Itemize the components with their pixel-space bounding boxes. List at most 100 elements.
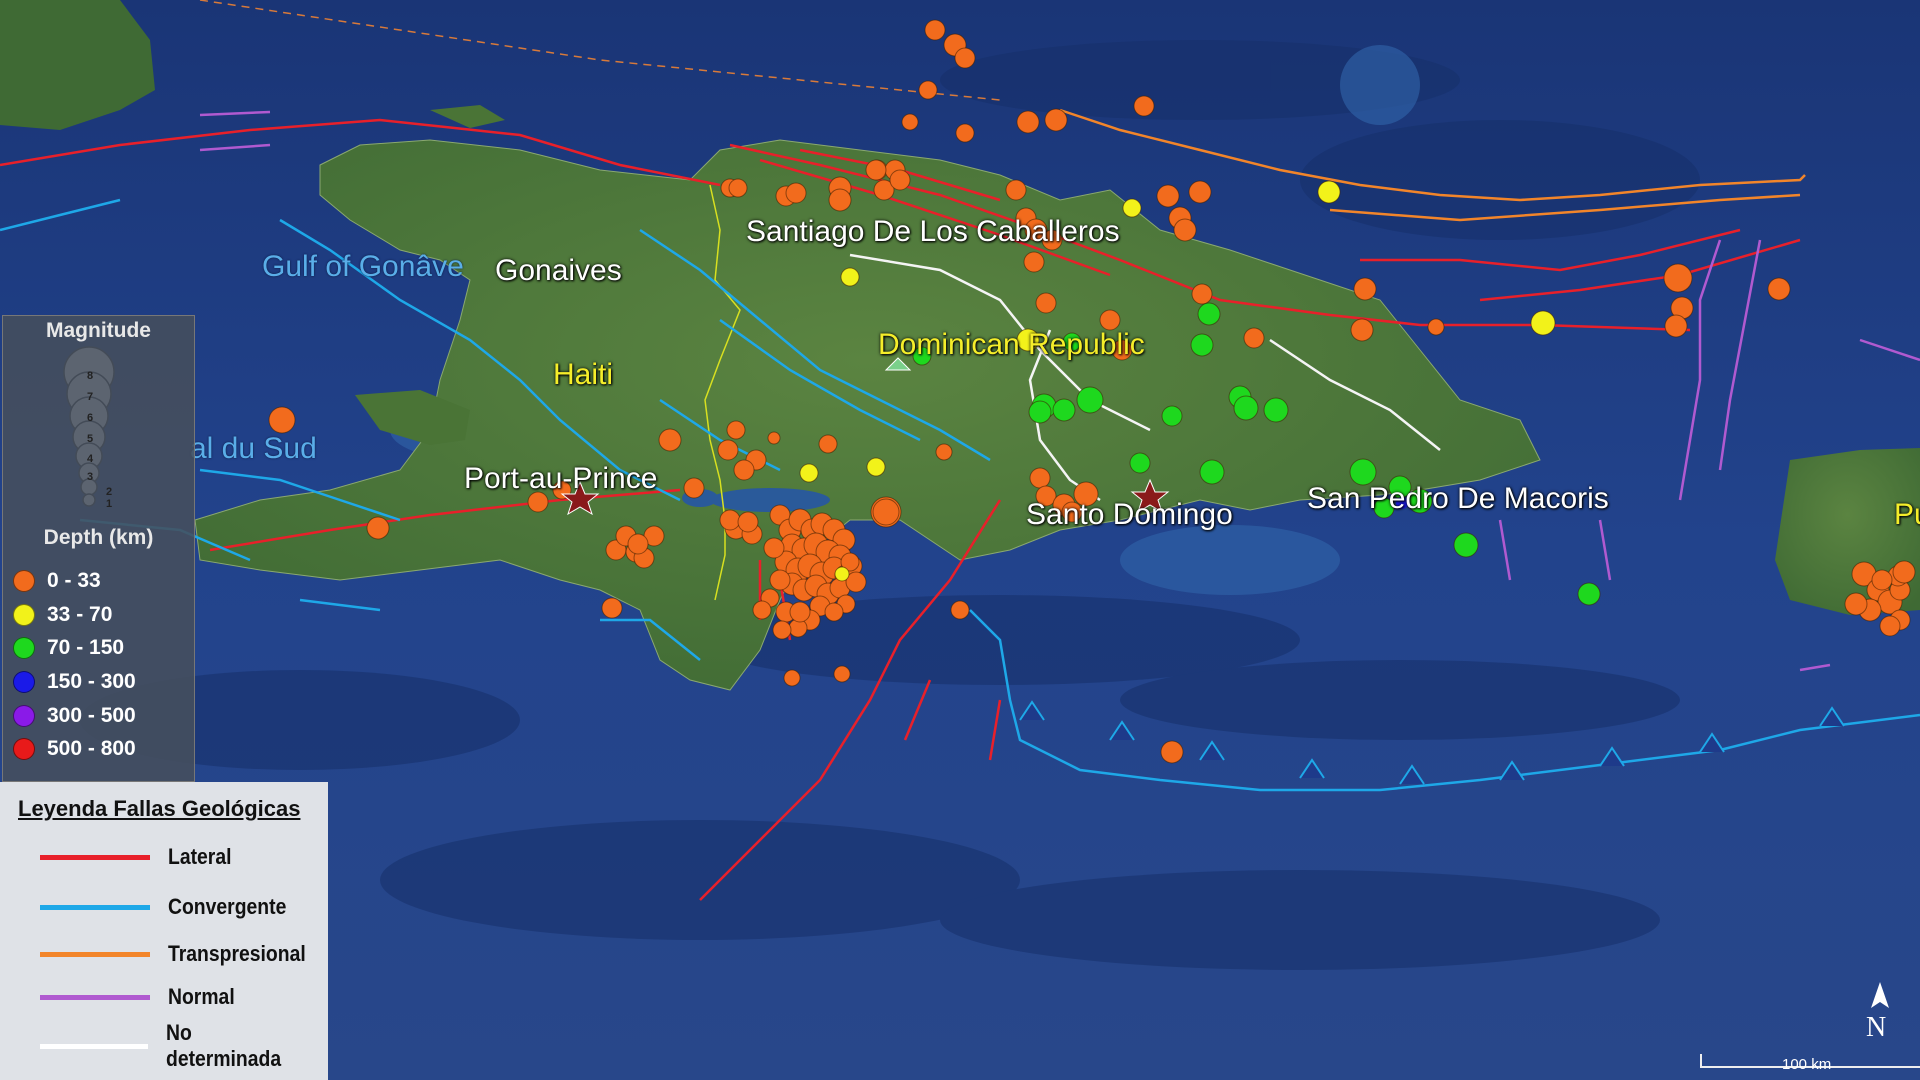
- label-puerto-rico: Pu: [1894, 498, 1920, 531]
- label-gulf-of-gonave: Gulf of Gonâve: [262, 250, 464, 283]
- earthquake-point: [833, 665, 851, 683]
- earthquake-point: [1197, 302, 1221, 326]
- label-port-au-prince: Port-au-Prince: [464, 462, 658, 495]
- earthquake-point: [1133, 95, 1155, 117]
- fault-item: Normal: [40, 982, 244, 1012]
- fault-label: No determinada: [165, 1020, 281, 1071]
- earthquake-point: [1844, 592, 1868, 616]
- earthquake-point: [1243, 327, 1265, 349]
- earthquake-point: [828, 188, 852, 212]
- earthquake-point: [737, 511, 759, 533]
- earthquake-point: [955, 123, 975, 143]
- earthquake-point: [627, 533, 649, 555]
- earthquake-point: [1263, 397, 1289, 423]
- earthquake-point: [1161, 405, 1183, 427]
- earthquake-point: [785, 182, 807, 204]
- earthquake-point: [717, 439, 739, 461]
- earthquake-point: [1577, 582, 1601, 606]
- earthquake-point: [1156, 184, 1180, 208]
- label-san-pedro: San Pedro De Macoris: [1307, 482, 1609, 515]
- earthquake-point: [1453, 532, 1479, 558]
- fault-line-swatch: [40, 854, 150, 860]
- label-dominican-republic: Dominican Republic: [878, 328, 1145, 361]
- earthquake-point: [1005, 179, 1027, 201]
- depth-label: 0 - 33: [47, 568, 101, 592]
- earthquake-point: [1199, 459, 1225, 485]
- depth-list: 0 - 33 33 - 70 70 - 150 150 - 300 300 - 500 5…: [13, 564, 136, 766]
- earthquake-point: [1530, 310, 1556, 336]
- earthquake-point: [783, 669, 801, 687]
- fault-legend: Leyenda Fallas Geológicas Lateral Converg…: [0, 782, 328, 1080]
- earthquake-point: [683, 477, 705, 499]
- depth-color-dot: [13, 603, 35, 626]
- north-label: N: [1866, 1012, 1887, 1043]
- label-santo-domingo: Santo Domingo: [1026, 498, 1233, 531]
- earthquake-point: [658, 428, 682, 452]
- magnitude-level: 7: [87, 391, 94, 403]
- earthquake-point: [954, 47, 976, 69]
- earthquake-point: [726, 420, 746, 440]
- earthquake-point: [1129, 452, 1151, 474]
- earthquake-point: [1663, 263, 1693, 293]
- label-santiago: Santiago De Los Caballeros: [746, 215, 1120, 248]
- earthquake-point: [924, 19, 946, 41]
- depth-item: 70 - 150: [13, 631, 136, 665]
- depth-label: 33 - 70: [47, 602, 113, 626]
- fault-item: Transpresional: [40, 939, 325, 969]
- earthquake-point: [1044, 108, 1068, 132]
- fault-item: Lateral: [40, 842, 240, 872]
- depth-label: 70 - 150: [47, 636, 125, 660]
- depth-label: 300 - 500: [47, 703, 136, 727]
- magnitude-level: 4: [87, 453, 94, 465]
- earthquake-point: [872, 498, 900, 526]
- earthquake-point: [1317, 180, 1341, 204]
- earthquake-point: [1188, 180, 1212, 204]
- earthquake-point: [950, 600, 970, 620]
- depth-color-dot: [13, 738, 35, 761]
- earthquake-point: [818, 434, 838, 454]
- magnitude-level: 1: [106, 498, 113, 510]
- fault-line-swatch: [40, 1043, 148, 1049]
- earthquake-point: [1350, 318, 1374, 342]
- magnitude-level: 2: [106, 486, 113, 498]
- earthquake-point: [728, 178, 748, 198]
- fault-line-swatch: [40, 951, 150, 957]
- depth-item: 500 - 800: [13, 732, 136, 766]
- earthquake-point: [1427, 318, 1445, 336]
- earthquake-point: [840, 267, 860, 287]
- earthquake-point: [901, 113, 919, 131]
- earthquake-point: [767, 431, 781, 445]
- depth-title: Depth (km): [43, 526, 154, 549]
- depth-item: 0 - 33: [13, 564, 136, 598]
- depth-label: 500 - 800: [47, 737, 136, 761]
- label-gonaives: Gonaives: [495, 254, 622, 287]
- depth-item: 150 - 300: [13, 665, 136, 699]
- magnitude-level: 8: [87, 370, 94, 382]
- depth-item: 300 - 500: [13, 699, 136, 733]
- earthquake-point: [1122, 198, 1142, 218]
- fault-item: No determinada: [40, 1020, 328, 1071]
- magnitude-level: 5: [87, 433, 94, 445]
- earthquake-point: [769, 569, 791, 591]
- earthquake-point: [1099, 309, 1121, 331]
- magnitude-depth-legend: Magnitude 8 7 6 5 4 321 Depth (km) 0 - 33 33 -…: [2, 315, 195, 782]
- earthquake-point: [601, 597, 623, 619]
- earthquake-point: [752, 600, 772, 620]
- earthquake-point: [865, 159, 887, 181]
- earthquake-point: [918, 80, 938, 100]
- fault-label: Normal: [168, 984, 235, 1009]
- depth-color-dot: [13, 670, 35, 693]
- fault-label: Convergente: [168, 894, 287, 919]
- earthquake-point: [824, 602, 844, 622]
- label-canal-du-sud: al du Sud: [190, 432, 317, 465]
- earthquake-point: [719, 509, 741, 531]
- earthquake-point: [268, 406, 296, 434]
- earthquake-point: [935, 443, 953, 461]
- depth-color-dot: [13, 637, 35, 660]
- earthquake-point: [889, 169, 911, 191]
- earthquake-point: [866, 457, 886, 477]
- earthquake-point: [1353, 277, 1377, 301]
- magnitude-title: Magnitude: [46, 319, 151, 342]
- fault-label: Transpresional: [168, 941, 306, 966]
- depth-item: 33 - 70: [13, 598, 136, 632]
